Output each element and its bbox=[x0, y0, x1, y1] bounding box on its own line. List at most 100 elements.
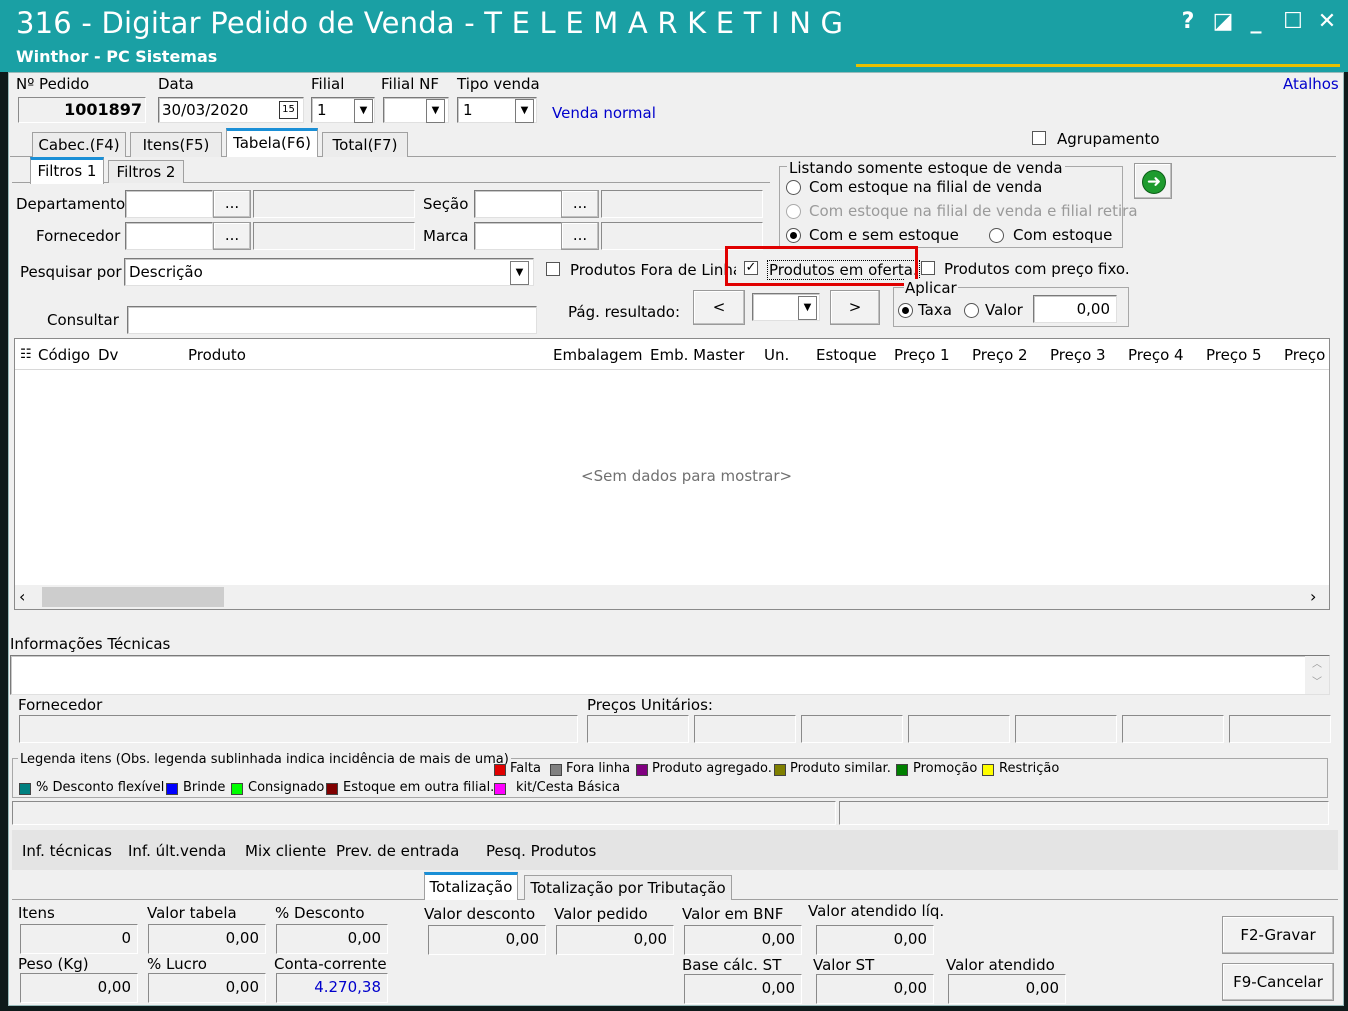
tab-filtros-1[interactable]: Filtros 1 bbox=[30, 157, 104, 184]
maximize-icon[interactable]: ☐ bbox=[1279, 8, 1307, 36]
calendar-icon[interactable]: 15 bbox=[279, 101, 298, 119]
chevron-down-icon[interactable]: ▼ bbox=[354, 99, 373, 123]
col-preco4[interactable]: Preço 4 bbox=[1128, 344, 1184, 366]
estoque-radio-1[interactable] bbox=[786, 180, 801, 195]
marca-search-button[interactable]: ... bbox=[561, 222, 599, 250]
aplicar-taxa-radio[interactable] bbox=[898, 303, 913, 318]
chevron-down-icon[interactable]: ▼ bbox=[510, 261, 529, 285]
aplicar-taxa-label: Taxa bbox=[918, 301, 952, 319]
marca-code-input[interactable] bbox=[474, 222, 562, 250]
link-mix-cliente[interactable]: Mix cliente bbox=[245, 842, 326, 860]
filialnf-label: Filial NF bbox=[381, 75, 440, 93]
preco-fixo-checkbox[interactable] bbox=[921, 261, 935, 275]
close-icon[interactable]: ✕ bbox=[1313, 8, 1341, 36]
legend-swatch-falta bbox=[494, 764, 506, 776]
tab-tabela[interactable]: Tabela(F6) bbox=[226, 128, 318, 157]
next-page-button[interactable]: > bbox=[830, 290, 880, 325]
estoque-radio-4[interactable] bbox=[989, 228, 1004, 243]
status-panel-1 bbox=[12, 801, 836, 825]
agrupamento-checkbox[interactable] bbox=[1032, 131, 1046, 145]
col-dv[interactable]: Dv bbox=[98, 344, 118, 366]
prev-page-button[interactable]: < bbox=[693, 290, 745, 325]
fora-linha-checkbox[interactable] bbox=[546, 262, 560, 276]
legend-swatch-consignado bbox=[231, 783, 243, 795]
pedido-field[interactable]: 1001897 bbox=[18, 97, 146, 123]
secao-search-button[interactable]: ... bbox=[561, 190, 599, 218]
memo-scrollbar[interactable]: ︿ ﹀ bbox=[1305, 656, 1329, 694]
restore-icon[interactable]: ◪ bbox=[1209, 8, 1237, 36]
tab-itens[interactable]: Itens(F5) bbox=[130, 132, 222, 157]
link-prev-entrada[interactable]: Prev. de entrada bbox=[336, 842, 459, 860]
pesquisar-select[interactable]: Descrição bbox=[124, 258, 534, 286]
valor-atendido-liq-label: Valor atendido líq. bbox=[808, 902, 945, 920]
col-produto[interactable]: Produto bbox=[188, 344, 246, 366]
link-pesq-produtos[interactable]: Pesq. Produtos bbox=[486, 842, 596, 860]
departamento-label: Departamento bbox=[16, 195, 126, 213]
precos-unitarios-label: Preços Unitários: bbox=[587, 696, 713, 714]
fornecedor-info-field bbox=[19, 715, 578, 743]
consultar-input[interactable] bbox=[127, 306, 537, 334]
tipovenda-label: Tipo venda bbox=[457, 75, 540, 93]
legend-label-similar: Produto similar. bbox=[790, 761, 891, 776]
valor-desconto-label: Valor desconto bbox=[424, 905, 536, 923]
tab-totalizacao[interactable]: Totalização bbox=[424, 872, 518, 900]
fornecedor-search-button[interactable]: ... bbox=[213, 222, 251, 250]
minimize-icon[interactable]: _ bbox=[1242, 8, 1270, 36]
info-tecnicas-memo[interactable] bbox=[10, 655, 1330, 695]
scroll-right-icon[interactable]: › bbox=[1310, 587, 1316, 606]
valor-tabela-field: 0,00 bbox=[148, 924, 266, 954]
marca-label: Marca bbox=[423, 227, 469, 245]
conta-corrente-label: Conta-corrente bbox=[274, 955, 387, 973]
link-inf-ult-venda[interactable]: Inf. últ.venda bbox=[128, 842, 226, 860]
col-codigo[interactable]: Código bbox=[38, 344, 90, 366]
departamento-code-input[interactable] bbox=[125, 190, 213, 218]
col-preco5[interactable]: Preço 5 bbox=[1206, 344, 1262, 366]
col-preco1[interactable]: Preço 1 bbox=[894, 344, 950, 366]
col-preco2[interactable]: Preço 2 bbox=[972, 344, 1028, 366]
scrollbar-thumb[interactable] bbox=[42, 587, 224, 607]
legend-swatch-fora-linha bbox=[550, 764, 562, 776]
aplicar-valor-radio[interactable] bbox=[964, 303, 979, 318]
col-preco3[interactable]: Preço 3 bbox=[1050, 344, 1106, 366]
chevron-down-icon[interactable]: ▼ bbox=[798, 296, 817, 320]
chevron-down-icon[interactable]: ▼ bbox=[426, 99, 445, 123]
legend-label-brinde: Brinde bbox=[183, 780, 226, 795]
tab-cabec[interactable]: Cabec.(F4) bbox=[32, 132, 126, 157]
status-panel-2 bbox=[839, 801, 1329, 825]
base-st-field: 0,00 bbox=[684, 974, 802, 1004]
tab-filtros-2[interactable]: Filtros 2 bbox=[108, 160, 184, 183]
estoque-radio-3[interactable] bbox=[786, 228, 801, 243]
cancelar-button[interactable]: F9-Cancelar bbox=[1222, 963, 1334, 1001]
secao-code-input[interactable] bbox=[474, 190, 562, 218]
col-preco[interactable]: Preço bbox=[1284, 344, 1328, 366]
info-tecnicas-label: Informações Técnicas bbox=[10, 635, 171, 653]
departamento-search-button[interactable]: ... bbox=[213, 190, 251, 218]
go-button[interactable]: ➜ bbox=[1134, 163, 1172, 199]
col-un[interactable]: Un. bbox=[764, 344, 789, 366]
estoque-opt1-label: Com estoque na filial de venda bbox=[809, 178, 1043, 196]
estoque-radio-2[interactable] bbox=[786, 204, 801, 219]
legend-swatch-estoque-outra bbox=[326, 783, 338, 795]
gravar-button[interactable]: F2-Gravar bbox=[1222, 916, 1334, 954]
col-emb-master[interactable]: Emb. Master bbox=[650, 344, 744, 366]
valor-pedido-label: Valor pedido bbox=[554, 905, 648, 923]
atalhos-link[interactable]: Atalhos bbox=[1283, 75, 1339, 93]
preco-unit-7 bbox=[1229, 715, 1331, 743]
secao-label: Seção bbox=[423, 195, 469, 213]
aplicar-value-input[interactable]: 0,00 bbox=[1033, 295, 1117, 323]
column-chooser-icon[interactable]: ☷ bbox=[20, 347, 32, 362]
col-embalagem[interactable]: Embalagem bbox=[553, 344, 643, 366]
link-inf-tecnicas[interactable]: Inf. técnicas bbox=[22, 842, 112, 860]
peso-label: Peso (Kg) bbox=[18, 955, 89, 973]
grid-header-line bbox=[15, 369, 1329, 370]
tab-total[interactable]: Total(F7) bbox=[322, 132, 408, 157]
fornecedor-code-input[interactable] bbox=[125, 222, 213, 250]
arrow-right-icon: ➜ bbox=[1142, 170, 1166, 194]
help-icon[interactable]: ? bbox=[1174, 8, 1202, 36]
tab-totalizacao-tributacao[interactable]: Totalização por Tributação bbox=[524, 875, 732, 900]
col-estoque[interactable]: Estoque bbox=[816, 344, 877, 366]
scroll-left-icon[interactable]: ‹ bbox=[19, 587, 25, 606]
chevron-down-icon[interactable]: ▼ bbox=[515, 99, 534, 123]
itens-label: Itens bbox=[18, 904, 55, 922]
consultar-label: Consultar bbox=[47, 311, 119, 329]
